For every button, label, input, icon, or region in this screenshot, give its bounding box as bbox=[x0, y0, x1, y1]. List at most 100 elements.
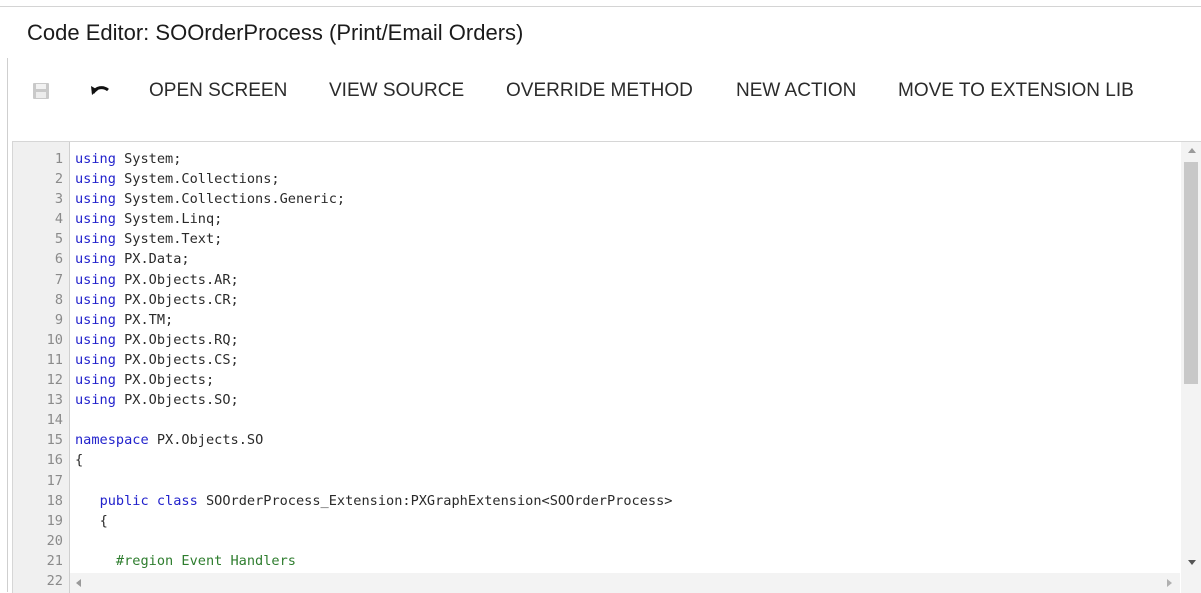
code-line[interactable]: 6 using PX.Data; bbox=[13, 249, 1179, 269]
line-number: 11 bbox=[46, 351, 63, 368]
code-line[interactable]: 9 using PX.TM; bbox=[13, 310, 1179, 330]
undo-icon[interactable] bbox=[87, 78, 113, 104]
code-line[interactable]: 8 using PX.Objects.CR; bbox=[13, 290, 1179, 310]
code-text: using PX.Objects.CS; bbox=[75, 350, 239, 370]
code-line[interactable]: 19 { bbox=[13, 511, 1179, 531]
code-token: SOOrderProcess_Extension:PXGraphExtensio… bbox=[197, 492, 673, 509]
keyword-token: using bbox=[75, 271, 116, 288]
line-number: 9 bbox=[54, 311, 63, 328]
code-line[interactable]: 15 namespace PX.Objects.SO bbox=[13, 430, 1179, 450]
open-screen-button[interactable]: OPEN SCREEN bbox=[149, 78, 287, 104]
code-line[interactable]: 11 using PX.Objects.CS; bbox=[13, 350, 1179, 370]
line-number: 19 bbox=[46, 512, 63, 529]
code-text: using PX.TM; bbox=[75, 310, 173, 330]
code-line[interactable]: 10 using PX.Objects.RQ; bbox=[13, 330, 1179, 350]
code-editor[interactable]: 1 using System; 2 using System.Collections;… bbox=[12, 141, 1201, 593]
horizontal-scrollbar[interactable] bbox=[70, 573, 1180, 593]
line-number: 10 bbox=[46, 331, 63, 348]
code-text: using PX.Objects.SO; bbox=[75, 390, 239, 410]
line-number: 5 bbox=[54, 231, 63, 248]
line-number: 2 bbox=[54, 171, 63, 188]
keyword-token: using bbox=[75, 231, 116, 248]
code-line[interactable]: 3 using System.Collections.Generic; bbox=[13, 189, 1179, 209]
line-number: 20 bbox=[46, 532, 63, 549]
code-token: System.Text; bbox=[115, 231, 223, 248]
code-token: PX.TM; bbox=[115, 311, 174, 328]
keyword-token: using bbox=[75, 291, 116, 308]
code-text: using PX.Data; bbox=[75, 249, 190, 269]
code-text: using System.Text; bbox=[75, 229, 222, 249]
code-line[interactable]: 18 public class SOOrderProcess_Extension… bbox=[13, 491, 1179, 511]
line-number: 22 bbox=[46, 572, 63, 589]
override-method-button[interactable]: OVERRIDE METHOD bbox=[506, 78, 693, 104]
keyword-token: using bbox=[75, 372, 116, 389]
line-number: 3 bbox=[54, 191, 63, 208]
line-number: 7 bbox=[54, 271, 63, 288]
code-text: namespace PX.Objects.SO bbox=[75, 430, 263, 450]
code-line[interactable]: 16 { bbox=[13, 450, 1179, 470]
code-text: using PX.Objects.RQ; bbox=[75, 330, 239, 350]
code-line[interactable]: 4 using System.Linq; bbox=[13, 209, 1179, 229]
code-line[interactable]: 20 bbox=[13, 531, 1179, 551]
code-text: using PX.Objects; bbox=[75, 370, 214, 390]
keyword-token: using bbox=[75, 331, 116, 348]
code-text: using System.Collections.Generic; bbox=[75, 189, 345, 209]
scroll-down-arrow-icon[interactable] bbox=[1188, 560, 1196, 565]
keyword-token: namespace bbox=[75, 432, 149, 449]
line-number: 1 bbox=[54, 151, 63, 167]
code-text: { bbox=[75, 511, 108, 531]
keyword-token: using bbox=[75, 211, 116, 228]
new-action-button[interactable]: NEW ACTION bbox=[736, 78, 856, 104]
code-token: { bbox=[99, 512, 108, 529]
code-token: PX.Objects.SO bbox=[148, 432, 264, 449]
code-line[interactable]: 2 using System.Collections; bbox=[13, 169, 1179, 189]
page-title: Code Editor: SOOrderProcess (Print/Email… bbox=[27, 20, 524, 45]
code-token: PX.Data; bbox=[115, 251, 190, 268]
save-icon[interactable] bbox=[28, 78, 54, 104]
code-token: PX.Objects.SO; bbox=[115, 392, 239, 409]
code-line[interactable]: 7 using PX.Objects.AR; bbox=[13, 270, 1179, 290]
line-number: 21 bbox=[46, 552, 63, 569]
vertical-scrollbar[interactable] bbox=[1181, 142, 1201, 593]
line-number: 17 bbox=[46, 472, 63, 489]
code-line[interactable]: 12 using PX.Objects; bbox=[13, 370, 1179, 390]
code-text: using System.Collections; bbox=[75, 169, 280, 189]
code-token: PX.Objects.RQ; bbox=[115, 331, 239, 348]
code-line[interactable]: 13 using PX.Objects.SO; bbox=[13, 390, 1179, 410]
vertical-scroll-thumb[interactable] bbox=[1184, 162, 1198, 384]
move-to-extension-lib-button[interactable]: MOVE TO EXTENSION LIB bbox=[898, 78, 1134, 104]
scroll-up-arrow-icon[interactable] bbox=[1188, 148, 1196, 153]
keyword-token: class bbox=[156, 492, 198, 509]
code-token: System; bbox=[115, 151, 182, 167]
code-text: using PX.Objects.AR; bbox=[75, 270, 239, 290]
line-number: 15 bbox=[46, 432, 63, 449]
code-token: PX.Objects.CS; bbox=[115, 351, 239, 368]
code-token: System.Linq; bbox=[115, 211, 223, 228]
code-text: public class SOOrderProcess_Extension:PX… bbox=[75, 491, 673, 511]
scroll-right-arrow-icon[interactable] bbox=[1167, 579, 1172, 587]
code-line[interactable]: 14 bbox=[13, 410, 1179, 430]
line-number: 8 bbox=[54, 291, 63, 308]
keyword-token: using bbox=[75, 392, 116, 409]
code-token: PX.Objects; bbox=[115, 372, 215, 389]
top-divider bbox=[0, 6, 1201, 7]
directive-token: #region Event Handlers bbox=[115, 552, 296, 569]
keyword-token: using bbox=[75, 251, 116, 268]
code-line[interactable]: 1 using System; bbox=[13, 149, 1179, 169]
code-token: System.Collections; bbox=[115, 171, 280, 188]
code-text: { bbox=[75, 450, 83, 470]
view-source-button[interactable]: VIEW SOURCE bbox=[329, 78, 464, 104]
line-number: 12 bbox=[46, 372, 63, 389]
keyword-token: using bbox=[75, 151, 116, 167]
scroll-left-arrow-icon[interactable] bbox=[76, 579, 81, 587]
code-line[interactable]: 17 bbox=[13, 471, 1179, 491]
line-number: 4 bbox=[54, 211, 63, 228]
code-lines[interactable]: 1 using System; 2 using System.Collections;… bbox=[13, 149, 1179, 591]
code-text: using System.Linq; bbox=[75, 209, 222, 229]
code-text: #region Event Handlers bbox=[75, 551, 296, 571]
code-line[interactable]: 5 using System.Text; bbox=[13, 229, 1179, 249]
line-number: 14 bbox=[46, 412, 63, 429]
code-token: PX.Objects.AR; bbox=[115, 271, 239, 288]
code-line[interactable]: 21 #region Event Handlers bbox=[13, 551, 1179, 571]
